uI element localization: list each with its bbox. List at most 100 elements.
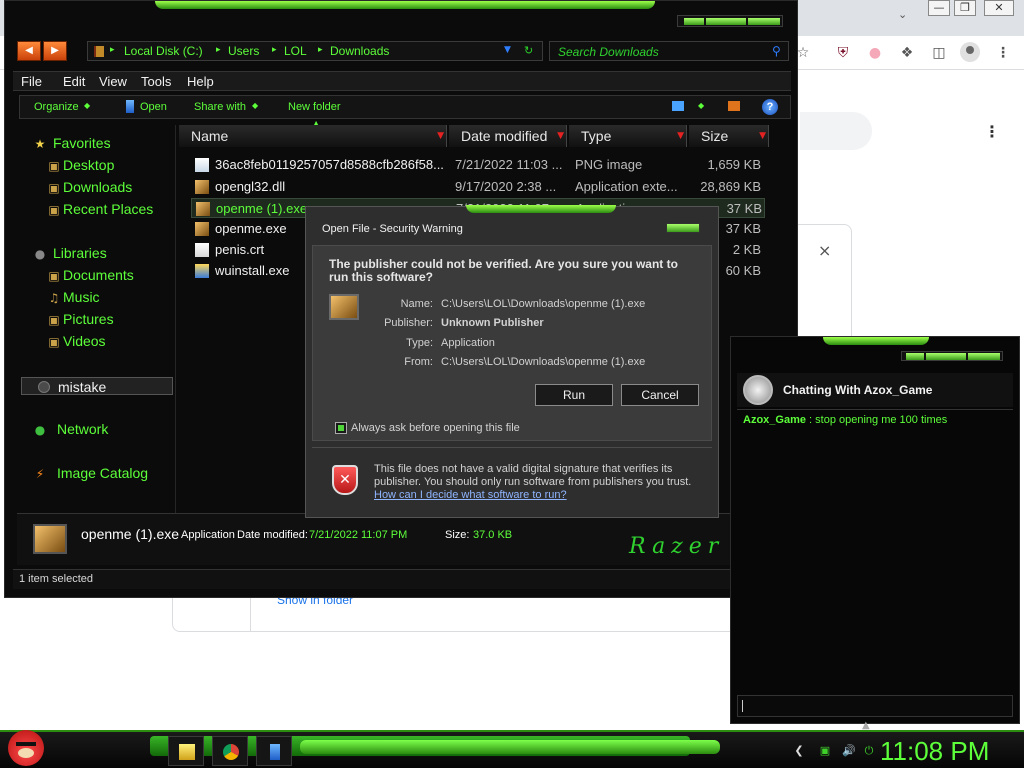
sidepanel-icon[interactable]: ◫ bbox=[930, 44, 948, 62]
chevron-down-icon[interactable]: ▼ bbox=[677, 125, 684, 147]
sidebar-item-downloads[interactable]: Downloads bbox=[63, 179, 132, 195]
sidebar-item-mistake[interactable]: mistake bbox=[21, 377, 173, 395]
taskbar-button-notepad[interactable] bbox=[256, 736, 292, 766]
column-header-type[interactable]: Type ▼ bbox=[569, 125, 687, 147]
menu-edit[interactable]: Edit bbox=[63, 74, 85, 89]
volume-icon[interactable]: 🔊 bbox=[842, 744, 856, 758]
refresh-icon[interactable]: ↻ bbox=[524, 44, 533, 57]
close-button[interactable] bbox=[666, 223, 700, 233]
window-glow bbox=[823, 337, 929, 345]
breadcrumb-lol[interactable]: LOL bbox=[284, 44, 307, 58]
chevron-down-icon[interactable]: ▼ bbox=[437, 125, 444, 147]
always-ask-checkbox[interactable] bbox=[335, 422, 347, 434]
close-icon[interactable]: ✕ bbox=[984, 0, 1014, 16]
star-icon: ★ bbox=[34, 137, 46, 151]
maximize-button[interactable] bbox=[926, 353, 966, 360]
forward-button[interactable]: ▶ bbox=[43, 41, 67, 61]
help-link[interactable]: How can I decide what software to run? bbox=[374, 489, 567, 501]
minimize-button[interactable] bbox=[684, 18, 704, 25]
chevron-down-icon[interactable]: ▼ bbox=[557, 125, 564, 147]
pane-divider[interactable] bbox=[175, 125, 176, 513]
ublock-icon[interactable]: ⛨ bbox=[834, 44, 852, 62]
column-label: Name bbox=[191, 128, 229, 144]
menu-tools[interactable]: Tools bbox=[141, 74, 171, 89]
chat-input[interactable] bbox=[737, 695, 1013, 717]
run-button[interactable]: Run bbox=[535, 384, 613, 406]
search-input[interactable] bbox=[558, 44, 768, 59]
dialog-body: The publisher could not be verified. Are… bbox=[312, 245, 712, 441]
sidebar-item-videos[interactable]: Videos bbox=[63, 333, 106, 349]
open-button[interactable]: Open bbox=[140, 101, 167, 113]
minimize-button[interactable] bbox=[906, 353, 924, 360]
downloads-menu-icon[interactable]: ⋮ bbox=[984, 122, 1000, 141]
restore-icon[interactable]: ❐ bbox=[954, 0, 976, 16]
column-header-name[interactable]: Name ▼ bbox=[179, 125, 447, 147]
preview-pane-icon[interactable] bbox=[728, 101, 740, 111]
sidebar-item-network[interactable]: Network bbox=[57, 421, 108, 437]
sidebar-item-music[interactable]: Music bbox=[63, 289, 100, 305]
tray-arrow-icon[interactable]: ❮ bbox=[792, 744, 806, 758]
table-row[interactable]: opengl32.dll 9/17/2020 2:38 ... Applicat… bbox=[191, 177, 765, 197]
menu-view[interactable]: View bbox=[99, 74, 127, 89]
column-header-date[interactable]: Date modified ▼ bbox=[449, 125, 567, 147]
dropdown-icon[interactable]: ◆ bbox=[698, 101, 704, 110]
image-catalog-icon: ⚡ bbox=[35, 467, 45, 481]
message-text: stop opening me 100 times bbox=[815, 414, 948, 426]
organize-button[interactable]: Organize bbox=[34, 101, 79, 113]
chevron-down-icon[interactable]: ▼ bbox=[504, 45, 511, 55]
table-row[interactable]: 36ac8feb0119257057d8588cfb286f58... 7/21… bbox=[191, 155, 765, 175]
sidebar-item-favorites[interactable]: Favorites bbox=[53, 135, 111, 151]
start-button-icon[interactable] bbox=[8, 730, 44, 766]
search-icon[interactable]: ⚲ bbox=[772, 44, 781, 58]
search-box[interactable]: ⚲ bbox=[549, 41, 789, 61]
clock[interactable]: 11:08 PM bbox=[880, 736, 989, 767]
file-date: 7/21/2022 11:03 ... bbox=[455, 157, 563, 172]
installer-file-icon bbox=[195, 264, 209, 278]
maximize-button[interactable] bbox=[706, 18, 746, 25]
menu-help[interactable]: Help bbox=[187, 74, 214, 89]
help-icon[interactable]: ? bbox=[762, 99, 778, 115]
details-size-label: Size: bbox=[445, 529, 470, 541]
avatar[interactable] bbox=[743, 375, 773, 405]
chevron-down-icon[interactable]: ⌄ bbox=[898, 8, 907, 21]
close-button[interactable] bbox=[748, 18, 780, 25]
details-size-value: 37.0 KB bbox=[473, 529, 513, 541]
taskbar-button-chrome[interactable] bbox=[212, 736, 248, 766]
puzzle-icon[interactable]: ❖ bbox=[898, 44, 916, 62]
power-icon[interactable]: ⏻ bbox=[862, 744, 876, 758]
address-bar[interactable]: ▸ Local Disk (C:) ▸ Users ▸ LOL ▸ Downlo… bbox=[87, 41, 543, 61]
back-button[interactable]: ◀ bbox=[17, 41, 41, 61]
menu-icon[interactable]: ⋮ bbox=[994, 44, 1012, 62]
share-with-button[interactable]: Share with bbox=[194, 101, 246, 113]
column-header-size[interactable]: Size ▼ bbox=[689, 125, 769, 147]
chat-title: Chatting With Azox_Game bbox=[783, 383, 933, 397]
sidebar-item-documents[interactable]: Documents bbox=[63, 267, 134, 283]
chevron-up-icon[interactable]: ▲ bbox=[862, 720, 870, 731]
taskbar-button-explorer[interactable] bbox=[168, 736, 204, 766]
chat-message: Azox_Game : stop opening me 100 times bbox=[743, 414, 947, 426]
sidebar-item-image-catalog[interactable]: Image Catalog bbox=[57, 465, 148, 481]
chevron-down-icon[interactable]: ▼ bbox=[759, 125, 766, 147]
music-icon: ♫ bbox=[48, 291, 60, 305]
network-tray-icon[interactable]: ▣ bbox=[818, 744, 832, 758]
details-pane: openme (1).exe Application Date modified… bbox=[17, 513, 733, 565]
view-icon[interactable] bbox=[672, 101, 684, 111]
breadcrumb-local-disk[interactable]: Local Disk (C:) bbox=[124, 44, 203, 58]
sidebar-item-recent-places[interactable]: Recent Places bbox=[63, 201, 153, 217]
close-button[interactable] bbox=[968, 353, 1000, 360]
menu-file[interactable]: File bbox=[21, 74, 42, 89]
always-ask-label[interactable]: Always ask before opening this file bbox=[351, 422, 520, 434]
sidebar-item-desktop[interactable]: Desktop bbox=[63, 157, 114, 173]
profile-icon[interactable] bbox=[960, 42, 980, 62]
close-icon[interactable]: × bbox=[818, 241, 831, 260]
pride-icon[interactable]: ● bbox=[866, 44, 884, 62]
breadcrumb-users[interactable]: Users bbox=[228, 44, 259, 58]
minimize-icon[interactable]: — bbox=[928, 0, 950, 16]
breadcrumb-downloads[interactable]: Downloads bbox=[330, 44, 389, 58]
new-folder-button[interactable]: New folder bbox=[288, 101, 341, 113]
downloads-search-pill[interactable] bbox=[800, 112, 872, 150]
sidebar-item-libraries[interactable]: Libraries bbox=[53, 245, 107, 261]
navigation-pane: ★ Favorites ▣ Desktop ▣ Downloads ▣ Rece… bbox=[15, 125, 175, 509]
sidebar-item-pictures[interactable]: Pictures bbox=[63, 311, 114, 327]
cancel-button[interactable]: Cancel bbox=[621, 384, 699, 406]
